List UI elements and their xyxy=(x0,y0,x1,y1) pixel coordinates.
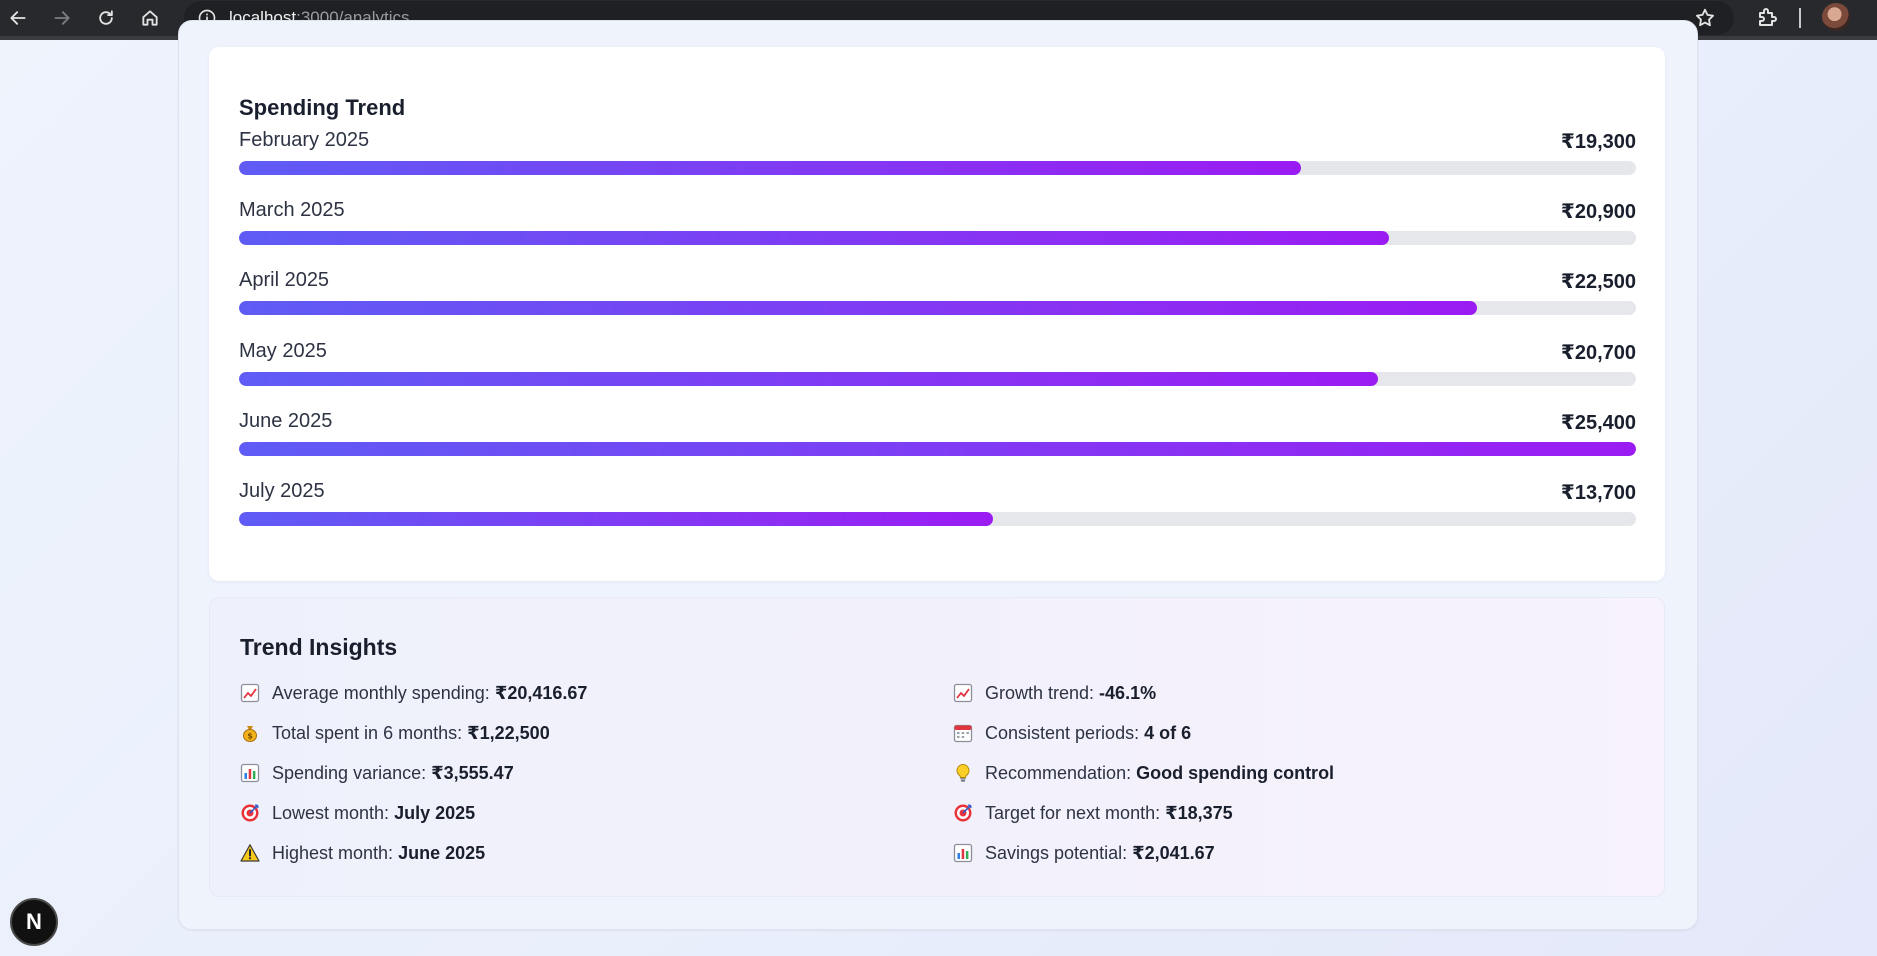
insight-label: Consistent periods: xyxy=(985,722,1140,743)
trend-month-label: March 2025 xyxy=(239,199,345,222)
trend-row: June 2025 ₹25,400 xyxy=(239,410,1636,464)
back-button[interactable] xyxy=(0,0,40,36)
insight-item: Highest month: June 2025 xyxy=(240,840,485,866)
bar-chart-icon xyxy=(240,763,260,783)
insight-label: Savings potential: xyxy=(985,842,1128,863)
trend-bar-fill xyxy=(239,371,1378,386)
trend-amount: ₹19,300 xyxy=(1560,131,1636,153)
trend-bar-fill xyxy=(239,512,993,526)
trend-bar-fill xyxy=(239,161,1301,175)
trend-month-label: June 2025 xyxy=(239,409,333,432)
insight-item: Growth trend: -46.1% xyxy=(953,680,1156,706)
forward-button[interactable] xyxy=(40,0,84,36)
spending-trend-title: Spending Trend xyxy=(239,95,406,120)
trend-bar-fill xyxy=(239,441,1636,456)
insight-item: Spending variance: ₹3,555.47 xyxy=(240,760,514,786)
trend-month-label: May 2025 xyxy=(239,339,327,362)
trend-month-label: July 2025 xyxy=(239,480,325,502)
trend-insights-card: Trend Insights Average monthly spending:… xyxy=(209,597,1665,897)
insight-value: -46.1% xyxy=(1099,682,1157,703)
trend-row: April 2025 ₹22,500 xyxy=(239,269,1636,323)
insight-item: Savings potential: ₹2,041.67 xyxy=(953,840,1215,866)
insight-item: $ Total spent in 6 months: ₹1,22,500 xyxy=(240,720,550,746)
trend-row: July 2025 ₹13,700 xyxy=(239,480,1636,534)
insight-value: 4 of 6 xyxy=(1144,722,1192,743)
insight-item: Recommendation: Good spending control xyxy=(953,760,1334,786)
lightbulb-icon xyxy=(953,763,973,783)
insight-value: ₹20,416.67 xyxy=(494,682,588,703)
reload-icon xyxy=(99,10,113,25)
trend-bar-track xyxy=(239,231,1636,246)
trend-bar-track xyxy=(239,301,1636,316)
insight-item: Lowest month: July 2025 xyxy=(240,800,475,826)
bookmark-star-icon[interactable] xyxy=(1694,7,1716,29)
warning-icon xyxy=(240,843,260,863)
home-icon xyxy=(142,10,158,26)
toolbar-divider xyxy=(1799,8,1801,28)
insight-label: Highest month: xyxy=(272,842,394,863)
insight-item: Average monthly spending: ₹20,416.67 xyxy=(240,680,587,706)
svg-text:$: $ xyxy=(247,732,253,741)
insight-item: Consistent periods: 4 of 6 xyxy=(953,720,1191,746)
bar-chart-icon xyxy=(953,843,973,863)
insight-item: Target for next month: ₹18,375 xyxy=(953,800,1233,826)
trend-bar-fill xyxy=(239,231,1389,246)
trend-amount: ₹25,400 xyxy=(1560,411,1636,434)
insight-value: ₹2,041.67 xyxy=(1132,842,1215,863)
reload-button[interactable] xyxy=(84,0,128,36)
trend-amount: ₹20,900 xyxy=(1560,201,1636,224)
money-bag-icon: $ xyxy=(240,723,260,743)
trend-row: May 2025 ₹20,700 xyxy=(239,340,1636,394)
insight-label: Total spent in 6 months: xyxy=(272,722,463,743)
insight-value: Good spending control xyxy=(1136,762,1335,783)
trend-row: February 2025 ₹19,300 xyxy=(239,129,1636,183)
chart-up-icon xyxy=(953,683,973,703)
insight-label: Growth trend: xyxy=(985,682,1095,703)
insight-value: ₹1,22,500 xyxy=(467,722,550,743)
arrow-left-icon xyxy=(10,11,26,25)
trend-insights-title: Trend Insights xyxy=(240,634,398,660)
trend-month-label: April 2025 xyxy=(239,269,330,292)
nextjs-dev-badge[interactable]: N xyxy=(10,898,58,946)
trend-amount: ₹20,700 xyxy=(1560,341,1636,364)
insight-value: July 2025 xyxy=(394,802,476,823)
trend-month-label: February 2025 xyxy=(239,129,370,151)
trend-bar-track xyxy=(239,371,1636,386)
calendar-icon xyxy=(953,723,973,743)
analytics-panel: Spending Trend February 2025 ₹19,300 March… xyxy=(178,20,1698,930)
target-icon xyxy=(953,803,973,823)
trend-bar-track xyxy=(239,161,1636,175)
trend-row: March 2025 ₹20,900 xyxy=(239,199,1636,253)
insight-value: ₹3,555.47 xyxy=(431,762,514,783)
trend-bar-track xyxy=(239,512,1636,526)
trend-amount: ₹22,500 xyxy=(1560,271,1636,294)
trend-bar-track xyxy=(239,441,1636,456)
insight-value: ₹18,375 xyxy=(1165,802,1233,823)
extensions-icon[interactable] xyxy=(1756,5,1780,29)
trend-bar-fill xyxy=(239,301,1477,316)
profile-avatar[interactable] xyxy=(1822,3,1850,31)
insight-label: Spending variance: xyxy=(272,762,427,783)
insight-label: Average monthly spending: xyxy=(272,682,490,703)
arrow-right-icon xyxy=(54,11,70,25)
insight-label: Recommendation: xyxy=(985,762,1132,783)
insight-value: June 2025 xyxy=(398,842,486,863)
insight-label: Lowest month: xyxy=(272,802,390,823)
trend-amount: ₹13,700 xyxy=(1560,482,1636,504)
chart-up-icon xyxy=(240,683,260,703)
target-icon xyxy=(240,803,260,823)
insight-label: Target for next month: xyxy=(985,802,1161,823)
home-button[interactable] xyxy=(128,0,172,36)
badge-letter: N xyxy=(26,909,42,934)
spending-trend-card: Spending Trend February 2025 ₹19,300 March… xyxy=(209,47,1665,581)
